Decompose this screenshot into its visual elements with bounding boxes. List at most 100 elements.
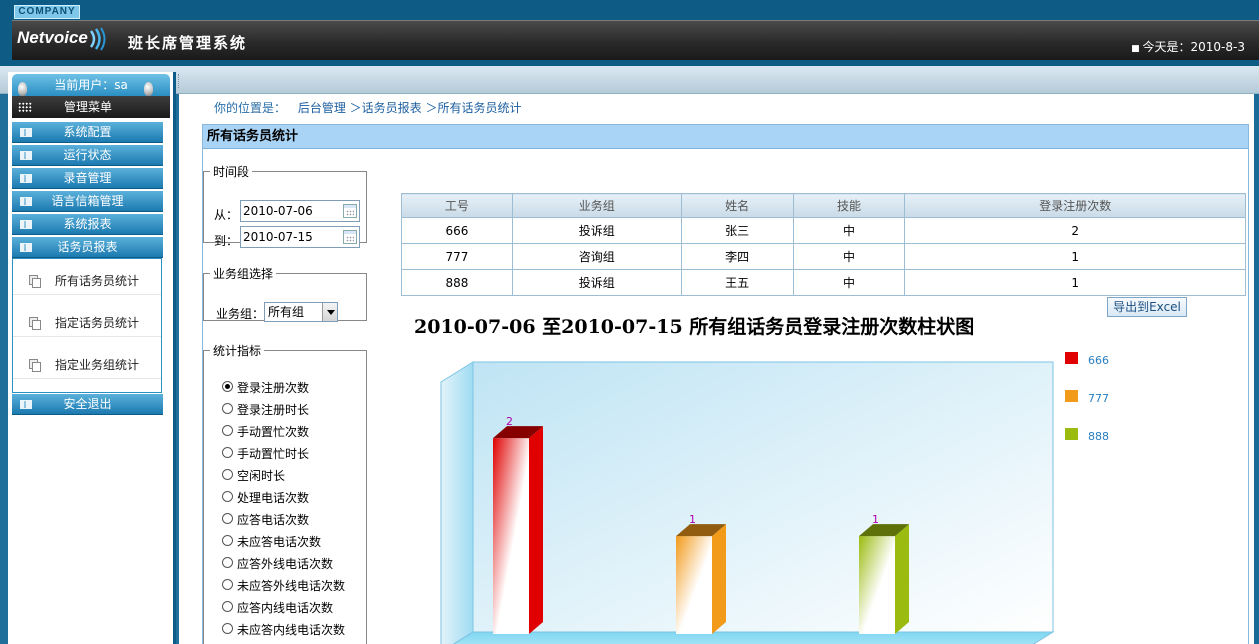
export-excel-button[interactable]: 导出到Excel: [1107, 297, 1187, 317]
chart-left-wall: [440, 361, 474, 644]
cell-login-count: 1: [904, 269, 1246, 296]
menu-header-label: 管理菜单: [64, 100, 113, 114]
table-row: 777 咨询组 李四 中 1: [401, 243, 1246, 270]
radio-icon[interactable]: [222, 403, 233, 414]
bar-value-label: 1: [872, 513, 879, 526]
metrics-legend: 统计指标: [213, 344, 262, 358]
bar-side-777: [712, 524, 726, 634]
radio-icon[interactable]: [222, 535, 233, 546]
radio-icon[interactable]: [222, 601, 233, 612]
calendar-icon[interactable]: [343, 204, 357, 218]
right-border: [1254, 94, 1259, 644]
today-date: 今天是：2010-8-3: [1131, 38, 1245, 55]
sidebar-item-system-report[interactable]: 系统报表: [12, 214, 163, 235]
pin-icon: [144, 82, 153, 96]
table-row: 888 投诉组 王五 中 1: [401, 269, 1246, 296]
cell-group: 咨询组: [511, 243, 682, 270]
chevron-down-icon: [322, 303, 337, 321]
group-select[interactable]: 所有组: [264, 302, 338, 322]
sidebar-item-system-config[interactable]: 系统配置: [12, 122, 163, 143]
from-label: 从：: [214, 208, 239, 222]
sidebar-item-recording[interactable]: 录音管理: [12, 168, 163, 189]
system-title: 班长席管理系统: [128, 34, 248, 52]
radio-icon[interactable]: [222, 579, 233, 590]
radio-icon[interactable]: [222, 623, 233, 634]
time-period-legend: 时间段: [213, 165, 250, 179]
cell-skill: 中: [792, 217, 906, 244]
submenu-item-all-operators[interactable]: 所有话务员统计: [13, 265, 161, 295]
table-row: 666 投诉组 张三 中 2: [401, 217, 1246, 244]
col-header-id: 工号: [401, 193, 513, 218]
current-user-label: 当前用户：sa: [54, 78, 128, 92]
company-tag: COMPANY: [14, 5, 80, 19]
bar-777: [676, 536, 712, 634]
from-date-input[interactable]: 2010-07-06: [240, 200, 360, 222]
radio-icon[interactable]: [222, 447, 233, 458]
to-date-input[interactable]: 2010-07-15: [240, 226, 360, 248]
cell-name: 王五: [680, 269, 794, 296]
legend-swatch: [1065, 352, 1078, 364]
netvoice-logo: Netvoice: [17, 28, 88, 47]
col-header-group: 业务组: [511, 193, 682, 218]
table-header-row: 工号 业务组 姓名 技能 登录注册次数: [401, 193, 1246, 218]
app-header: COMPANY Netvoice 班长席管理系统 今天是：2010-8-3: [0, 0, 1259, 66]
radio-icon[interactable]: [222, 469, 233, 480]
cell-name: 李四: [680, 243, 794, 270]
cell-name: 张三: [680, 217, 794, 244]
chart-title: 2010-07-06 至2010-07-15 所有组话务员登录注册次数柱状图: [414, 316, 975, 338]
chart-floor: [452, 631, 1055, 644]
group-label: 业务组：: [216, 307, 265, 321]
sidebar-item-operator-report[interactable]: 话务员报表: [12, 237, 163, 258]
cell-skill: 中: [792, 269, 906, 296]
radio-checked-icon[interactable]: [222, 381, 233, 392]
cell-group: 投诉组: [511, 269, 682, 296]
sidebar-item-run-status[interactable]: 运行状态: [12, 145, 163, 166]
bar-666: [493, 438, 529, 634]
col-header-name: 姓名: [680, 193, 794, 218]
page-icon: [29, 359, 41, 372]
cell-login-count: 2: [904, 217, 1246, 244]
chart-legend: 666 777 888: [1065, 352, 1109, 443]
radio-icon[interactable]: [222, 491, 233, 502]
submenu-item-specified-operator[interactable]: 指定话务员统计: [13, 307, 161, 337]
sidebar: 当前用户：sa 管理菜单 系统配置 运行状态 录音管理 语言信箱管理 系统报表 …: [8, 72, 176, 644]
operator-report-submenu: 所有话务员统计 指定话务员统计 指定业务组统计: [12, 258, 162, 393]
logo-waves-icon: [89, 27, 106, 51]
chart-back-wall: [472, 361, 1054, 633]
col-header-login-count: 登录注册次数: [904, 193, 1246, 218]
breadcrumb: 你的位置是： 后台管理 ＞话务员报表 ＞所有话务员统计: [214, 99, 521, 116]
cell-skill: 中: [792, 243, 906, 270]
submenu-item-specified-group[interactable]: 指定业务组统计: [13, 349, 161, 379]
sidebar-item-voicemail[interactable]: 语言信箱管理: [12, 191, 163, 212]
legend-label: 888: [1088, 430, 1109, 443]
panel-title: 所有话务员统计: [203, 125, 1248, 149]
to-label: 到：: [214, 234, 239, 248]
breadcrumb-label: 你的位置是：: [214, 101, 287, 115]
top-strip: [0, 66, 1259, 94]
menu-header: 管理菜单: [12, 96, 170, 118]
page-icon: [29, 275, 41, 288]
to-date-value: 2010-07-15: [243, 230, 313, 244]
breadcrumb-path[interactable]: 后台管理 ＞话务员报表 ＞所有话务员统计: [298, 101, 522, 115]
page-icon: [29, 317, 41, 330]
bar-side-666: [529, 426, 543, 634]
bar-side-888: [895, 524, 909, 634]
legend-label: 666: [1088, 354, 1109, 367]
radio-icon[interactable]: [222, 425, 233, 436]
cell-id: 888: [401, 269, 513, 296]
calendar-icon[interactable]: [343, 230, 357, 244]
radio-icon[interactable]: [222, 557, 233, 568]
operator-stats-table: 工号 业务组 姓名 技能 登录注册次数 666 投诉组 张三 中 2 777 咨: [401, 193, 1246, 296]
from-date-value: 2010-07-06: [243, 204, 313, 218]
sidebar-item-logout[interactable]: 安全退出: [12, 394, 163, 415]
col-header-skill: 技能: [792, 193, 906, 218]
pin-icon: [18, 82, 27, 96]
bar-888: [859, 536, 895, 634]
stats-panel: 所有话务员统计 时间段 从： 2010-07-06 到： 2010-07-15 …: [202, 124, 1249, 644]
cell-group: 投诉组: [511, 217, 682, 244]
cell-id: 777: [401, 243, 513, 270]
cell-id: 666: [401, 217, 513, 244]
group-select-value: 所有组: [268, 305, 305, 319]
radio-icon[interactable]: [222, 513, 233, 524]
bar-value-label: 2: [506, 415, 513, 428]
